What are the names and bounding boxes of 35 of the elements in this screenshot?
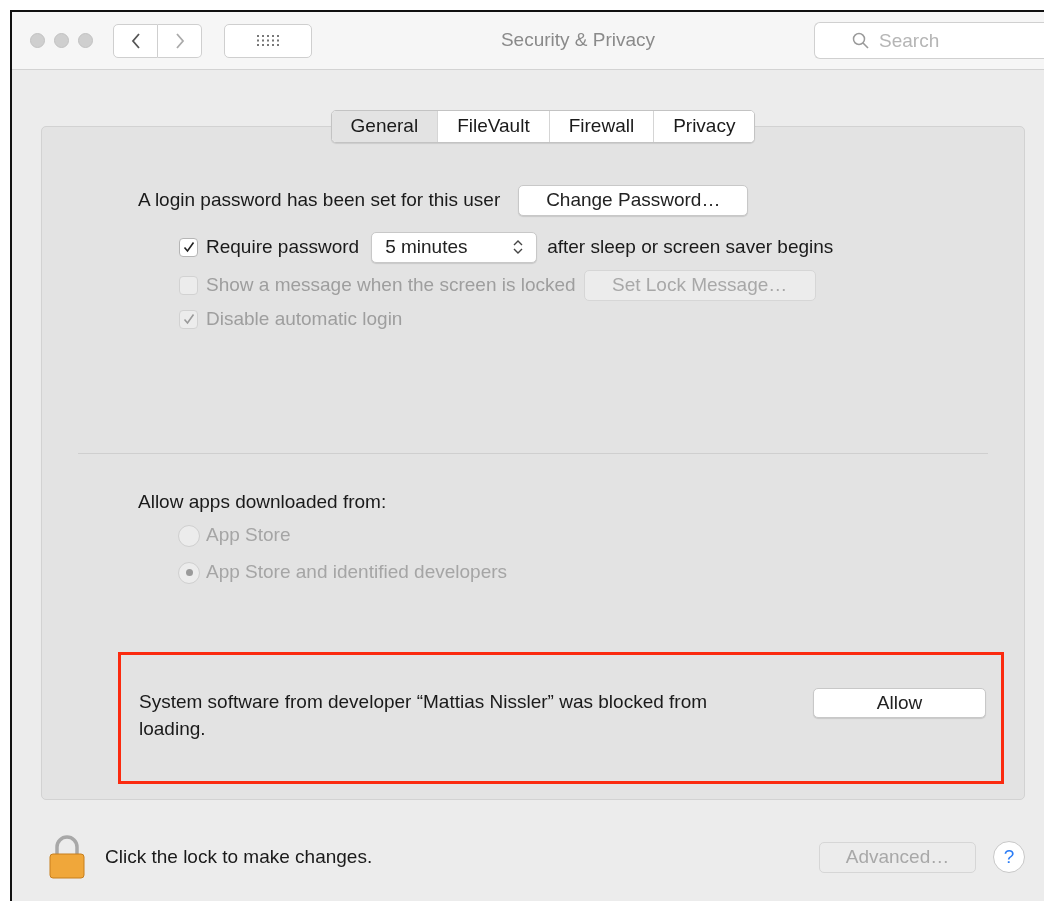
option-label: Require password: [206, 234, 360, 259]
lock-icon[interactable]: [48, 835, 86, 879]
tab[interactable]: Firewall: [548, 111, 654, 142]
tab[interactable]: FileVault: [437, 111, 549, 142]
radio-label: App Store: [206, 523, 291, 548]
back-button[interactable]: [113, 23, 158, 58]
grid-icon: [257, 34, 279, 47]
tab[interactable]: Privacy: [653, 111, 755, 142]
allow-apps-heading: Allow apps downloaded from:: [138, 490, 388, 514]
radio-label: App Store and identified developers: [206, 560, 508, 585]
window-control-icon[interactable]: [30, 33, 45, 48]
show-all-button[interactable]: [224, 23, 312, 58]
search-icon: [852, 32, 870, 50]
window-title: Security & Privacy: [500, 28, 656, 53]
delay-select[interactable]: 5 minutes: [371, 231, 538, 263]
blocked-notice-text: System software from developer “Mattias Nissler” was blocked from loading.: [139, 690, 709, 741]
chevron-left-icon: [130, 32, 141, 49]
login-status-text: A login password has been set for this user: [138, 187, 501, 212]
forward-button[interactable]: [158, 23, 202, 58]
lock-hint-text: Click the lock to make changes.: [105, 844, 373, 869]
tab[interactable]: General: [331, 111, 438, 142]
change-password-button[interactable]: Change Password…: [518, 184, 749, 216]
option-label: Disable automatic login: [206, 306, 403, 331]
allow-button[interactable]: Allow: [813, 688, 986, 718]
checkmark-icon: [182, 313, 195, 325]
updown-icon: [513, 239, 524, 255]
help-button[interactable]: ?: [993, 841, 1025, 873]
window-control-icon[interactable]: [78, 33, 93, 48]
checkbox[interactable]: [179, 237, 198, 257]
option-label: Show a message when the screen is locked: [206, 272, 576, 297]
search-field[interactable]: Search: [814, 22, 1044, 59]
checkmark-icon: [182, 241, 195, 253]
option-suffix: after sleep or screen saver begins: [547, 234, 834, 259]
window-control-icon[interactable]: [54, 33, 69, 48]
chevron-right-icon: [174, 32, 185, 49]
